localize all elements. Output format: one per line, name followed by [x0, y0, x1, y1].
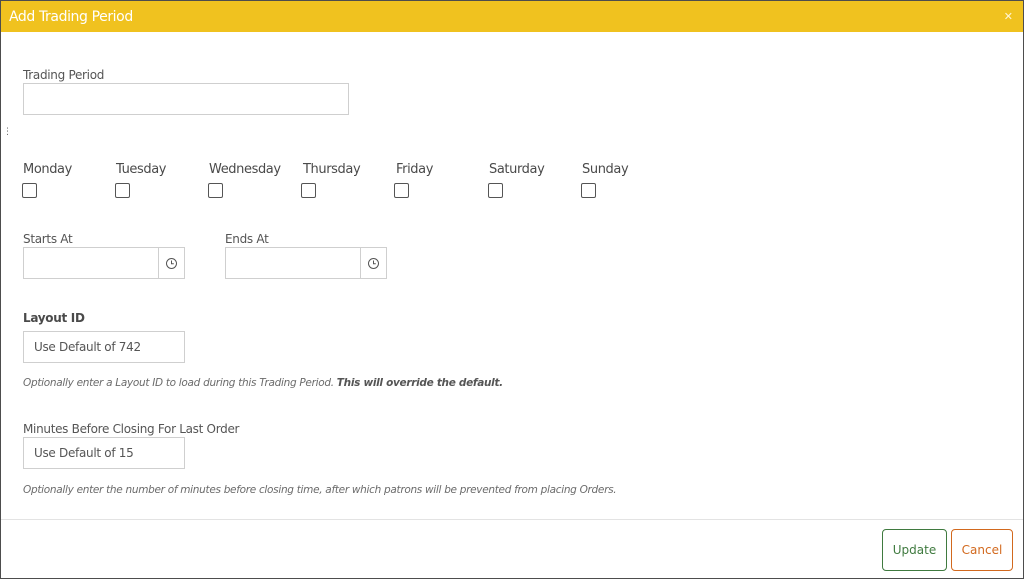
starts-at-label: Starts At [23, 232, 73, 246]
minutes-before-closing-label: Minutes Before Closing For Last Order [23, 422, 240, 436]
cancel-button[interactable]: Cancel [951, 529, 1013, 571]
update-button[interactable]: Update [882, 529, 947, 571]
layout-id-help-main: Optionally enter a Layout ID to load dur… [23, 377, 334, 389]
day-label-friday: Friday [396, 162, 433, 177]
add-trading-period-dialog: Add Trading Period ✕ ⋮ Trading Period Mo… [0, 0, 1024, 579]
ends-at-clock-button[interactable] [360, 247, 387, 279]
ends-at-field[interactable] [225, 247, 387, 279]
checkbox-sunday[interactable] [581, 183, 596, 198]
starts-at-clock-button[interactable] [158, 247, 185, 279]
checkbox-friday[interactable] [394, 183, 409, 198]
dialog-title-bar: Add Trading Period ✕ [1, 1, 1023, 32]
day-label-thursday: Thursday [303, 162, 361, 177]
trading-period-label: Trading Period [23, 68, 105, 82]
layout-id-input[interactable]: Use Default of 742 [23, 331, 185, 363]
checkbox-saturday[interactable] [488, 183, 503, 198]
footer-divider [1, 519, 1023, 520]
layout-id-help-strong: This will override the default. [336, 377, 503, 389]
starts-at-input[interactable] [24, 248, 158, 278]
ends-at-label: Ends At [225, 232, 269, 246]
checkbox-wednesday[interactable] [208, 183, 223, 198]
ends-at-input[interactable] [226, 248, 360, 278]
clock-icon [368, 257, 379, 269]
trading-period-input[interactable] [23, 83, 349, 115]
clock-icon [166, 257, 177, 269]
checkbox-monday[interactable] [22, 183, 37, 198]
day-label-wednesday: Wednesday [209, 162, 281, 177]
day-label-saturday: Saturday [489, 162, 545, 177]
dialog-title: Add Trading Period [9, 9, 133, 25]
starts-at-field[interactable] [23, 247, 185, 279]
checkbox-tuesday[interactable] [115, 183, 130, 198]
close-icon[interactable]: ✕ [1004, 10, 1013, 23]
minutes-before-closing-input[interactable]: Use Default of 15 [23, 437, 185, 469]
day-label-monday: Monday [23, 162, 72, 177]
day-label-tuesday: Tuesday [116, 162, 167, 177]
day-label-sunday: Sunday [582, 162, 629, 177]
minutes-before-closing-help-text: Optionally enter the number of minutes b… [23, 484, 617, 496]
checkbox-thursday[interactable] [301, 183, 316, 198]
layout-id-help-text: Optionally enter a Layout ID to load dur… [23, 377, 503, 389]
layout-id-label: Layout ID [23, 311, 85, 325]
resize-handle: ⋮ [3, 127, 12, 137]
